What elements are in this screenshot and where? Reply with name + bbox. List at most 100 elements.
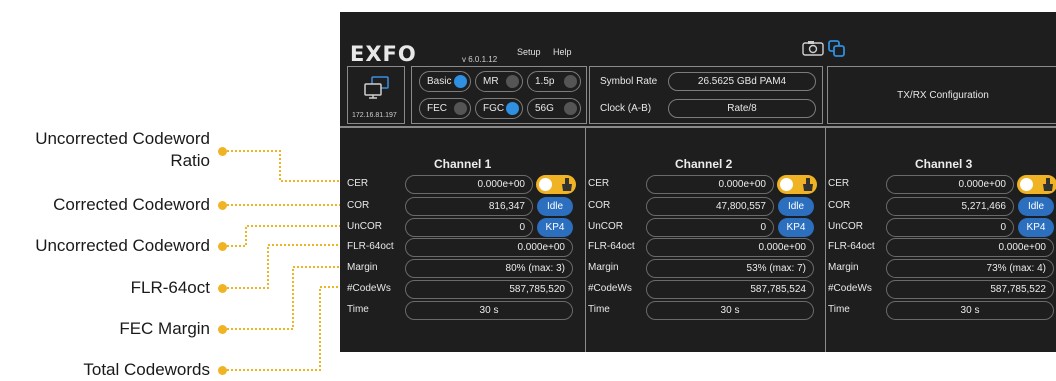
mode-mr-toggle[interactable]: MR [475,71,523,92]
row-label-flr: FLR-64oct [588,241,635,252]
leader-flr [227,244,345,289]
version-label: v 6.0.1.12 [462,55,498,64]
divider [825,126,826,352]
channel-2-time-value: 30 s [646,301,814,320]
channel-3-uncor-value: 0 [886,218,1014,237]
leader-cer [227,150,345,182]
channel-1-uncor-type: KP4 [537,218,573,237]
indicator-off-icon [454,102,467,115]
leader-lines [227,150,345,371]
toggle-knob [780,178,793,191]
copy-icon[interactable] [828,40,846,63]
channel-2-margin-value: 53% (max: 7) [646,259,814,278]
menu-setup[interactable]: Setup [517,47,541,57]
channel-3-title: Channel 3 [915,157,973,171]
leader-uncor [227,225,345,247]
channel-3-codews-value: 587,785,522 [886,280,1054,299]
row-label-codews: #CodeWs [347,283,391,294]
row-label-time: Time [588,304,610,315]
row-label-margin: Margin [588,262,619,273]
row-label-cer: CER [347,178,369,189]
row-label-flr: FLR-64oct [347,241,394,252]
row-label-cer: CER [828,178,850,189]
network-computers-icon [363,75,391,106]
clock-label: Clock (A-B) [600,103,652,114]
channel-1-codews-value: 587,785,520 [405,280,573,299]
symbol-rate-label: Symbol Rate [600,76,658,87]
mode-1-5p-toggle[interactable]: 1.5p [527,71,581,92]
txrx-configuration-button[interactable]: TX/RX Configuration [827,66,1056,124]
row-label-codews: #CodeWs [588,283,632,294]
row-label-flr: FLR-64oct [828,241,875,252]
indicator-off-icon [564,75,577,88]
channel-1-time-value: 30 s [405,301,573,320]
row-label-cer: CER [588,178,610,189]
exfo-logo: EXFO [350,42,417,66]
row-label-time: Time [828,304,850,315]
channel-2-cor-status: Idle [778,197,814,216]
channel-3-cer-toggle[interactable] [1017,175,1056,194]
device-ip: 172.16.81.197 [352,112,397,119]
channel-3-cor-value: 5,271,466 [886,197,1014,216]
mode-56g-toggle[interactable]: 56G [527,98,581,119]
mode-fgc-toggle[interactable]: FGC [475,98,523,119]
divider [340,126,1056,128]
brush-icon [802,177,814,197]
channel-2-uncor-value: 0 [646,218,774,237]
channel-1-cer-toggle[interactable] [536,175,576,194]
row-label-margin: Margin [347,262,378,273]
mode-label: 1.5p [535,76,555,87]
channel-3-uncor-type: KP4 [1018,218,1054,237]
toggle-knob [1020,178,1033,191]
indicator-off-icon [564,102,577,115]
channel-3-margin-value: 73% (max: 4) [886,259,1054,278]
mode-label: 56G [535,103,554,114]
channel-2-cor-value: 47,800,557 [646,197,774,216]
mode-basic-toggle[interactable]: Basic [419,71,471,92]
divider [585,126,586,352]
clock-field[interactable]: Rate/8 [668,99,816,118]
mode-label: FEC [427,103,447,114]
channel-3-cer-value: 0.000e+00 [886,175,1014,194]
channel-1-flr-value: 0.000e+00 [405,238,573,257]
row-label-codews: #CodeWs [828,283,872,294]
device-box[interactable]: 172.16.81.197 [347,66,405,124]
channel-2-cer-value: 0.000e+00 [646,175,774,194]
symbol-rate-field[interactable]: 26.5625 GBd PAM4 [668,72,816,91]
channel-3-cor-status: Idle [1018,197,1054,216]
channel-1-title: Channel 1 [434,157,492,171]
channel-1-cor-status: Idle [537,197,573,216]
row-label-time: Time [347,304,369,315]
row-label-cor: COR [588,200,611,211]
camera-icon[interactable] [802,40,824,61]
mode-label: MR [483,76,499,87]
row-label-margin: Margin [828,262,859,273]
leader-margin [227,266,345,330]
indicator-on-icon [454,75,467,88]
channel-3-time-value: 30 s [886,301,1054,320]
row-label-uncor: UnCOR [347,221,383,232]
mode-label: Basic [427,76,452,87]
mode-label: FGC [483,103,505,114]
exfo-application-window: EXFO v 6.0.1.12 Setup Help 172.16.81.197… [340,12,1056,352]
channel-1-cer-value: 0.000e+00 [405,175,533,194]
mode-fec-toggle[interactable]: FEC [419,98,471,119]
brush-icon [1042,177,1054,197]
indicator-on-icon [506,102,519,115]
brush-icon [561,177,573,197]
mode-box: Basic MR 1.5p FEC FGC 56G [411,66,587,124]
channel-2-codews-value: 587,785,524 [646,280,814,299]
txrx-label: TX/RX Configuration [897,89,989,101]
menu-help[interactable]: Help [553,47,572,57]
channel-2-cer-toggle[interactable] [777,175,817,194]
channel-1-uncor-value: 0 [405,218,533,237]
channel-1-cor-value: 816,347 [405,197,533,216]
row-label-uncor: UnCOR [828,221,864,232]
row-label-uncor: UnCOR [588,221,624,232]
channel-2-uncor-type: KP4 [778,218,814,237]
row-label-cor: COR [828,200,851,211]
indicator-off-icon [506,75,519,88]
row-label-cor: COR [347,200,370,211]
channel-1-margin-value: 80% (max: 3) [405,259,573,278]
toggle-knob [539,178,552,191]
